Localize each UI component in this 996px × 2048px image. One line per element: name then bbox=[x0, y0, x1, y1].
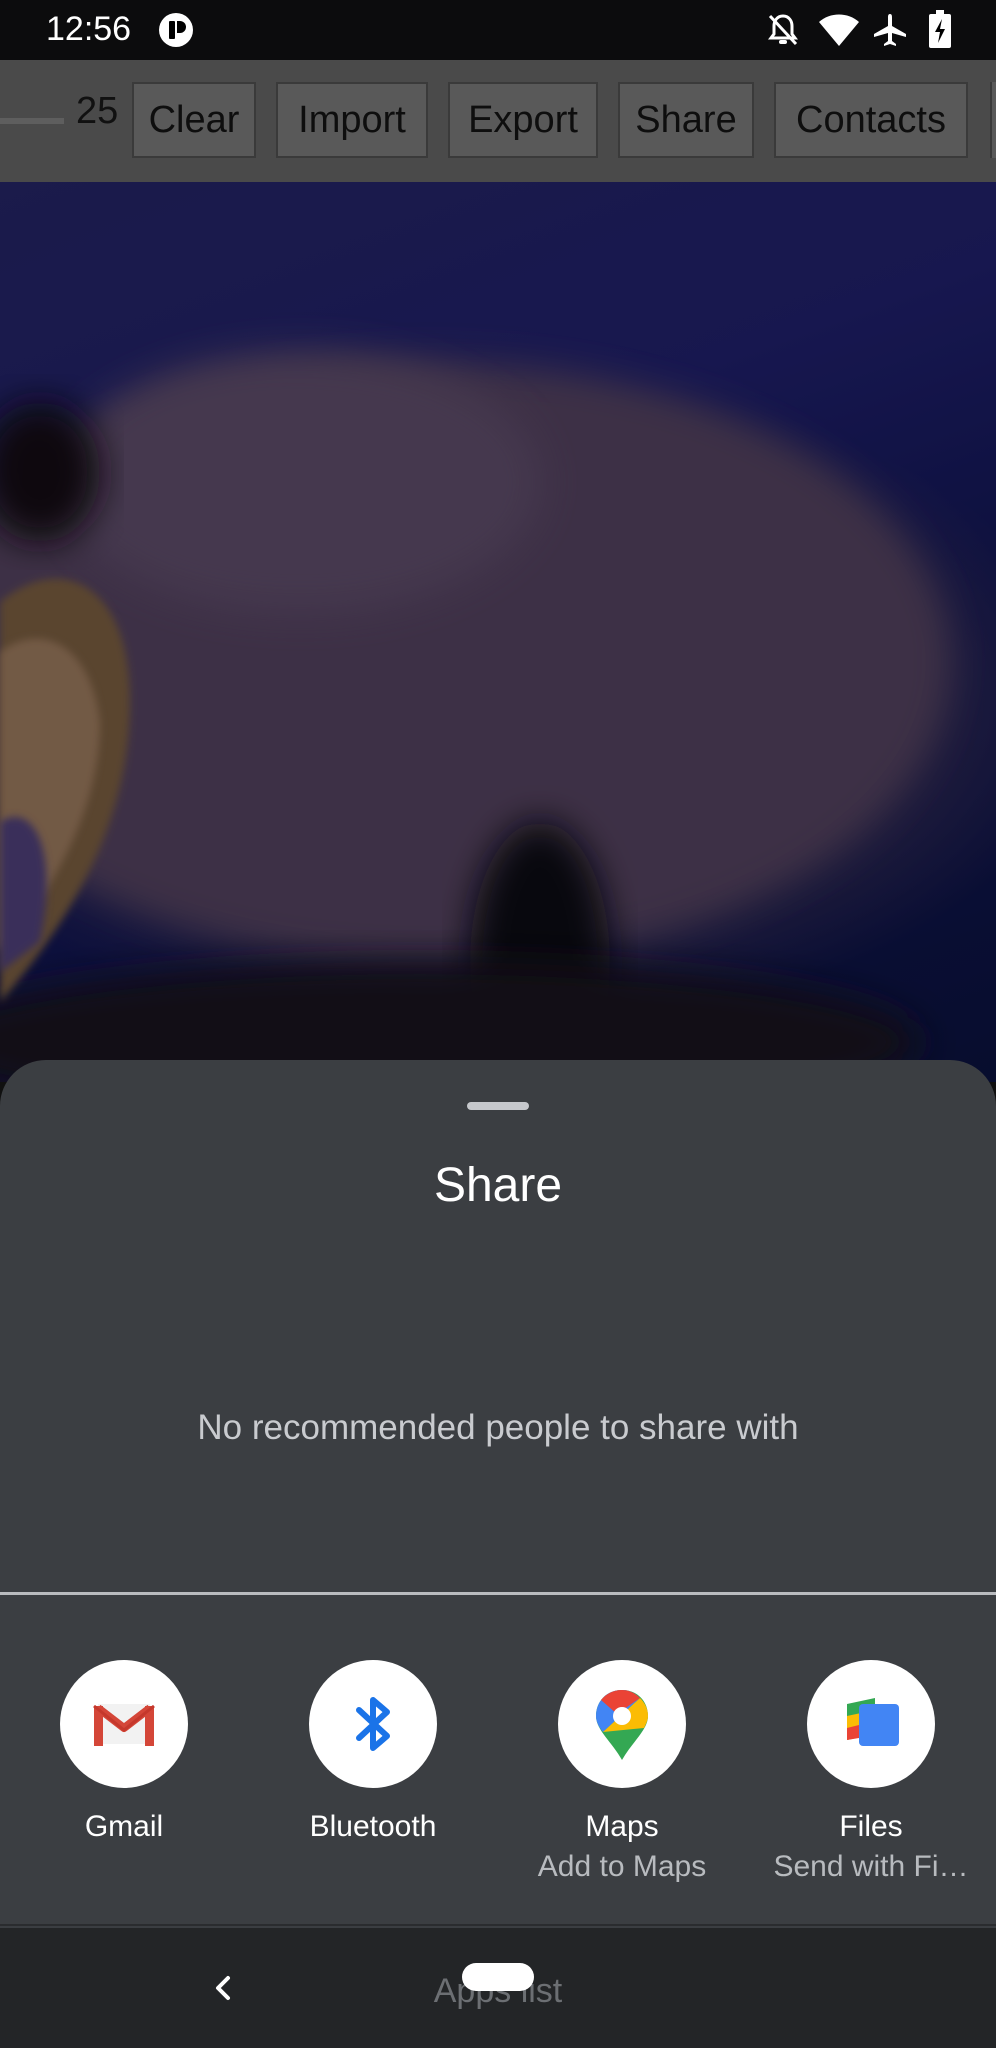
slider-value: 25 bbox=[76, 90, 119, 132]
import-button[interactable]: Import bbox=[276, 82, 428, 158]
status-bar: 12:56 bbox=[0, 0, 996, 60]
divider bbox=[0, 1924, 996, 1926]
empty-recommendations-message: No recommended people to share with bbox=[197, 1408, 799, 1447]
navigation-bar: Apps list bbox=[0, 1928, 996, 2048]
drag-handle[interactable] bbox=[467, 1102, 529, 1110]
share-target-bluetooth[interactable]: Bluetooth bbox=[253, 1660, 493, 1900]
share-sheet: Share No recommended people to share wit… bbox=[0, 1060, 996, 1928]
maps-icon bbox=[558, 1660, 686, 1788]
app-label: Files bbox=[839, 1810, 903, 1843]
share-target-files[interactable]: Files Send with Fi… bbox=[751, 1660, 991, 1900]
overflow-button[interactable] bbox=[990, 82, 996, 158]
gmail-icon bbox=[60, 1660, 188, 1788]
do-not-disturb-icon bbox=[766, 12, 800, 53]
app-notification-icon bbox=[158, 12, 194, 53]
share-target-maps[interactable]: Maps Add to Maps bbox=[502, 1660, 742, 1900]
battery-charging-icon bbox=[928, 10, 952, 53]
app-label: Bluetooth bbox=[309, 1810, 437, 1843]
share-button[interactable]: Share bbox=[618, 82, 754, 158]
app-toolbar: 25 Clear Import Export Share Contacts bbox=[0, 60, 996, 182]
share-target-gmail[interactable]: Gmail bbox=[4, 1660, 244, 1900]
airplane-icon bbox=[872, 12, 908, 53]
app-sublabel: Add to Maps bbox=[537, 1850, 707, 1883]
divider bbox=[0, 1592, 996, 1595]
export-button[interactable]: Export bbox=[448, 82, 598, 158]
sheet-title: Share bbox=[433, 1159, 563, 1212]
app-label: Gmail bbox=[84, 1810, 164, 1843]
wifi-icon bbox=[818, 14, 860, 51]
files-icon bbox=[807, 1660, 935, 1788]
status-time: 12:56 bbox=[46, 10, 132, 48]
contacts-button[interactable]: Contacts bbox=[774, 82, 968, 158]
app-sublabel: Send with Fi… bbox=[773, 1850, 969, 1883]
app-label: Maps bbox=[585, 1810, 659, 1843]
clear-button[interactable]: Clear bbox=[132, 82, 256, 158]
screen: 12:56 25 Clear Import Export Share Conta… bbox=[0, 0, 996, 2048]
bluetooth-icon bbox=[309, 1660, 437, 1788]
value-slider[interactable] bbox=[0, 118, 64, 124]
background-photo bbox=[0, 182, 996, 1082]
scrim[interactable] bbox=[0, 182, 996, 1082]
home-pill[interactable] bbox=[462, 1963, 534, 1991]
